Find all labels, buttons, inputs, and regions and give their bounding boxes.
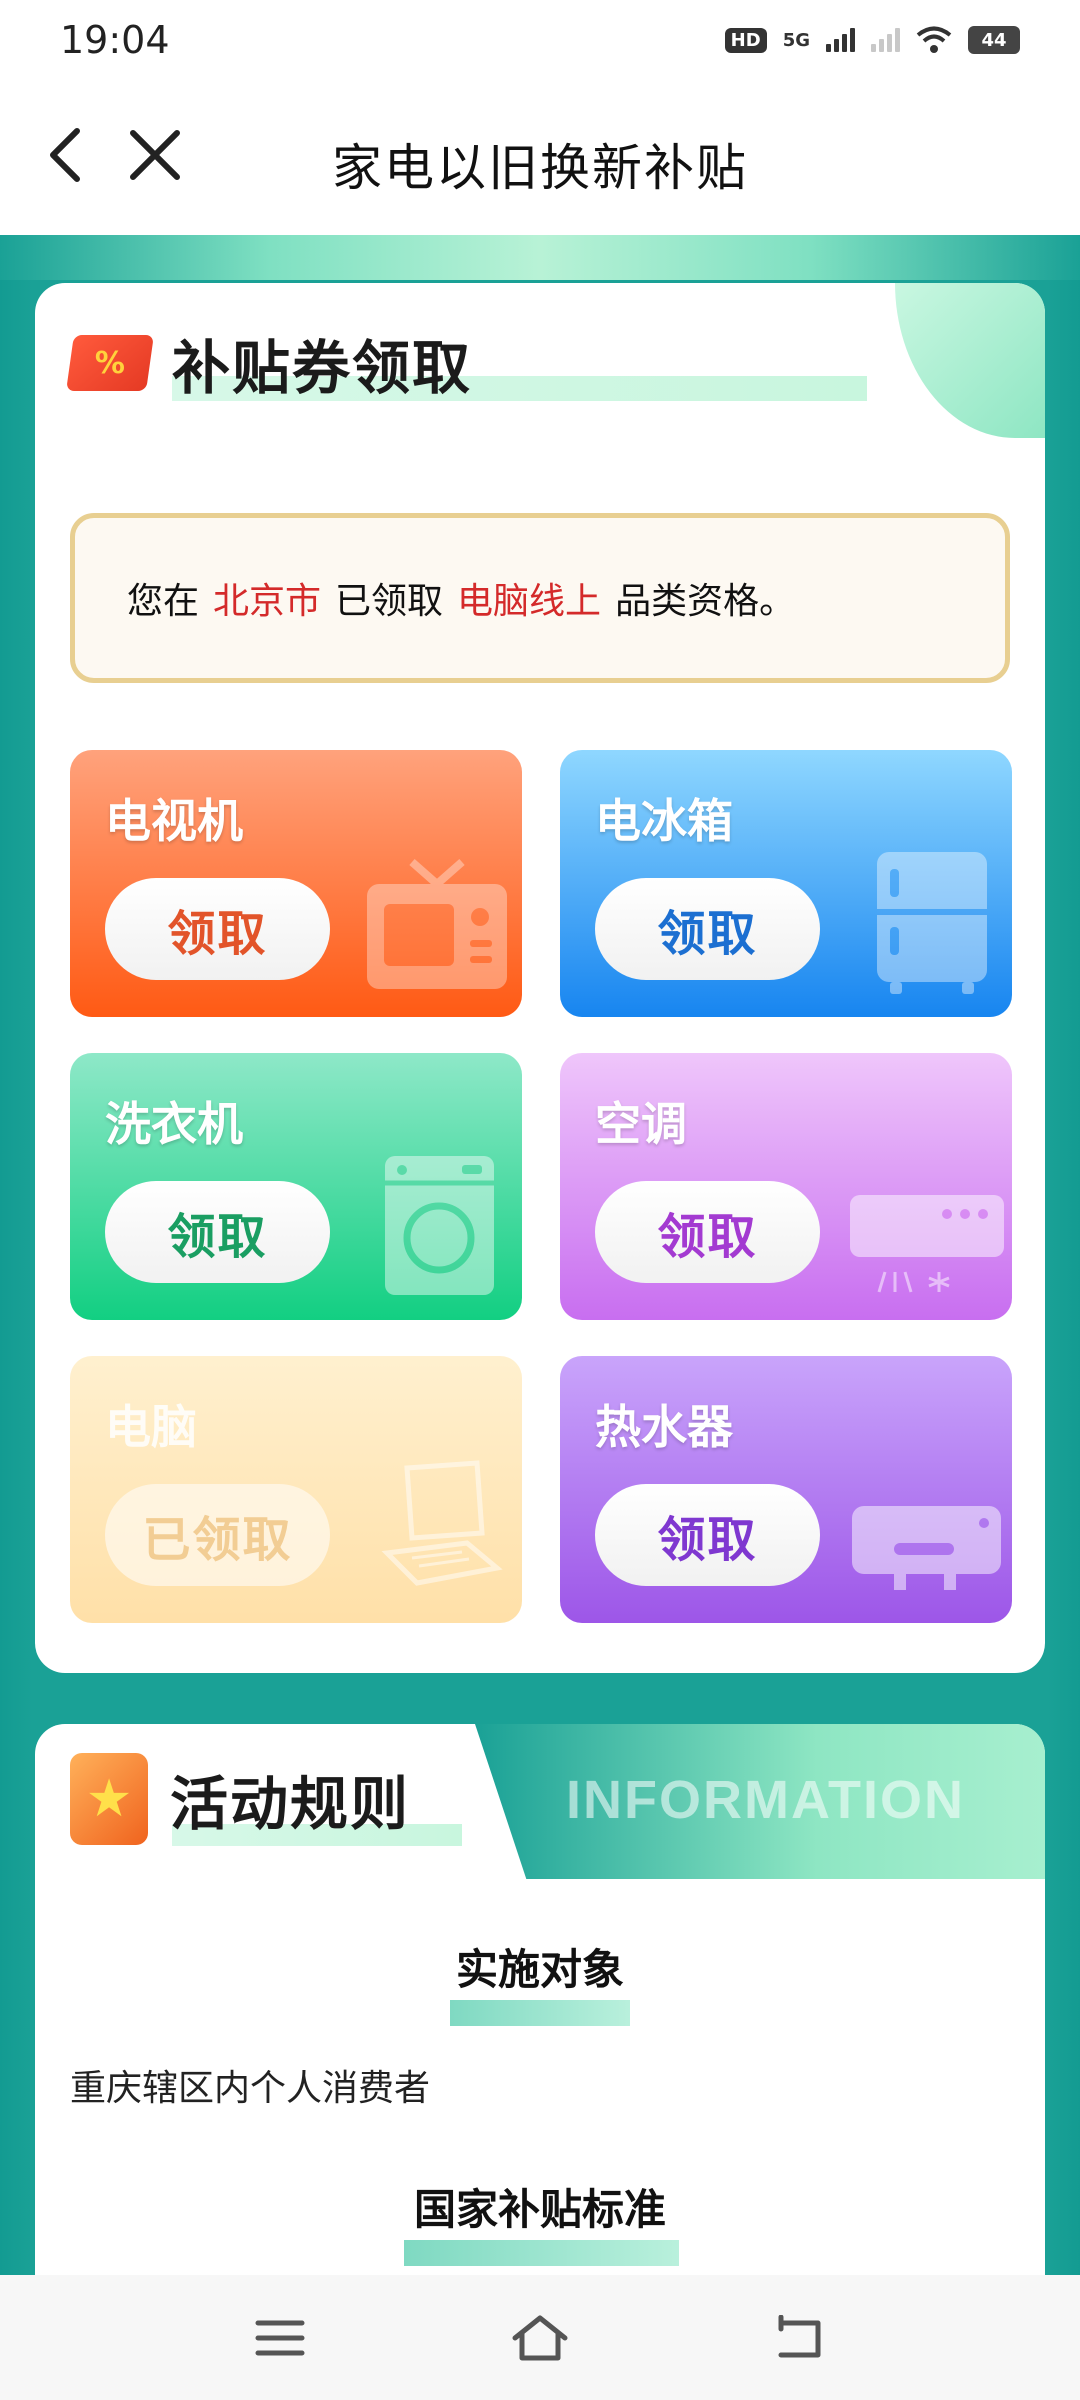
tile-name: 空调	[595, 1097, 687, 1151]
rules-card: INFORMATION ★ 活动规则 实施对象 重庆辖区内个人消费者 国家补贴标…	[35, 1724, 1045, 2324]
system-nav-bar	[0, 2275, 1080, 2400]
claim-button-ac[interactable]: 领取	[595, 1181, 820, 1283]
home-icon	[512, 2315, 568, 2360]
back-nav-icon	[778, 2315, 820, 2358]
notice-suffix: 品类资格。	[615, 581, 796, 622]
notice-city: 北京市	[213, 581, 322, 622]
notice-middle: 已领取	[335, 581, 444, 622]
claim-button-fridge[interactable]: 领取	[595, 878, 820, 980]
menu-button[interactable]	[245, 2303, 315, 2373]
tile-washer: 洗衣机 领取	[70, 1053, 522, 1320]
rules-subheading-standard: 国家补贴标准	[413, 2185, 666, 2234]
coupon-icon: %	[66, 335, 154, 391]
air-conditioner-icon	[850, 1195, 1004, 1293]
status-time: 19:04	[60, 18, 170, 62]
rules-subheading-target: 实施对象	[455, 1945, 624, 1994]
tile-name: 热水器	[595, 1400, 733, 1454]
fridge-icon	[877, 852, 987, 994]
claim-button-washer[interactable]: 领取	[105, 1181, 330, 1283]
water-heater-icon	[852, 1506, 1001, 1590]
tv-icon	[367, 858, 507, 989]
coupon-section-header: % 补贴券领取	[66, 323, 473, 403]
coupon-section-title: 补贴券领取	[172, 334, 473, 402]
tile-name: 电脑	[105, 1400, 197, 1454]
claim-button-tv[interactable]: 领取	[105, 878, 330, 980]
heading-underline	[404, 2240, 679, 2266]
home-button[interactable]	[505, 2303, 575, 2373]
card-corner-decoration	[895, 283, 1045, 438]
tile-name: 洗衣机	[105, 1097, 243, 1151]
menu-icon	[255, 2320, 305, 2355]
rules-book-icon: ★	[70, 1753, 148, 1845]
tile-name: 电冰箱	[595, 794, 733, 848]
rules-section-title: 活动规则	[170, 1770, 411, 1838]
laptop-icon	[381, 1460, 503, 1586]
hd-icon: HD	[724, 27, 767, 53]
tile-computer: 电脑 已领取	[70, 1356, 522, 1623]
star-icon: ★	[85, 1769, 133, 1829]
status-icons: HD 5G 44	[724, 26, 1020, 54]
washing-machine-icon	[385, 1156, 494, 1295]
claim-button-water-heater[interactable]: 领取	[595, 1484, 820, 1586]
eligibility-notice: 您在 北京市 已领取 电脑线上 品类资格。	[70, 513, 1010, 683]
wifi-icon	[916, 26, 952, 53]
network-label: 5G	[782, 29, 810, 51]
rules-section-header: ★ 活动规则	[70, 1753, 411, 1845]
tile-fridge: 电冰箱 领取	[560, 750, 1012, 1017]
battery-icon: 44	[968, 26, 1020, 54]
back-nav-button[interactable]	[765, 2303, 835, 2373]
heading-underline	[450, 2000, 630, 2026]
page-title: 家电以旧换新补贴	[332, 139, 748, 197]
tile-water-heater: 热水器 领取	[560, 1356, 1012, 1623]
signal-icon-secondary	[871, 28, 900, 52]
rules-text-target: 重庆辖区内个人消费者	[70, 2068, 431, 2109]
coupon-card: % 补贴券领取 您在 北京市 已领取 电脑线上 品类资格。 电视机 领取 电冰箱…	[35, 283, 1045, 1673]
information-watermark: INFORMATION	[566, 1770, 965, 1830]
app-header: 家电以旧换新补贴	[0, 80, 1080, 235]
notice-category: 电脑线上	[457, 581, 602, 622]
coupon-percent-symbol: %	[94, 345, 126, 381]
tile-name: 电视机	[105, 794, 243, 848]
tile-ac: 空调 领取	[560, 1053, 1012, 1320]
status-bar: 19:04 HD 5G 44	[0, 0, 1080, 80]
signal-icon	[826, 28, 855, 52]
notice-prefix: 您在	[127, 581, 200, 622]
claimed-button-computer: 已领取	[105, 1484, 330, 1586]
tile-tv: 电视机 领取	[70, 750, 522, 1017]
